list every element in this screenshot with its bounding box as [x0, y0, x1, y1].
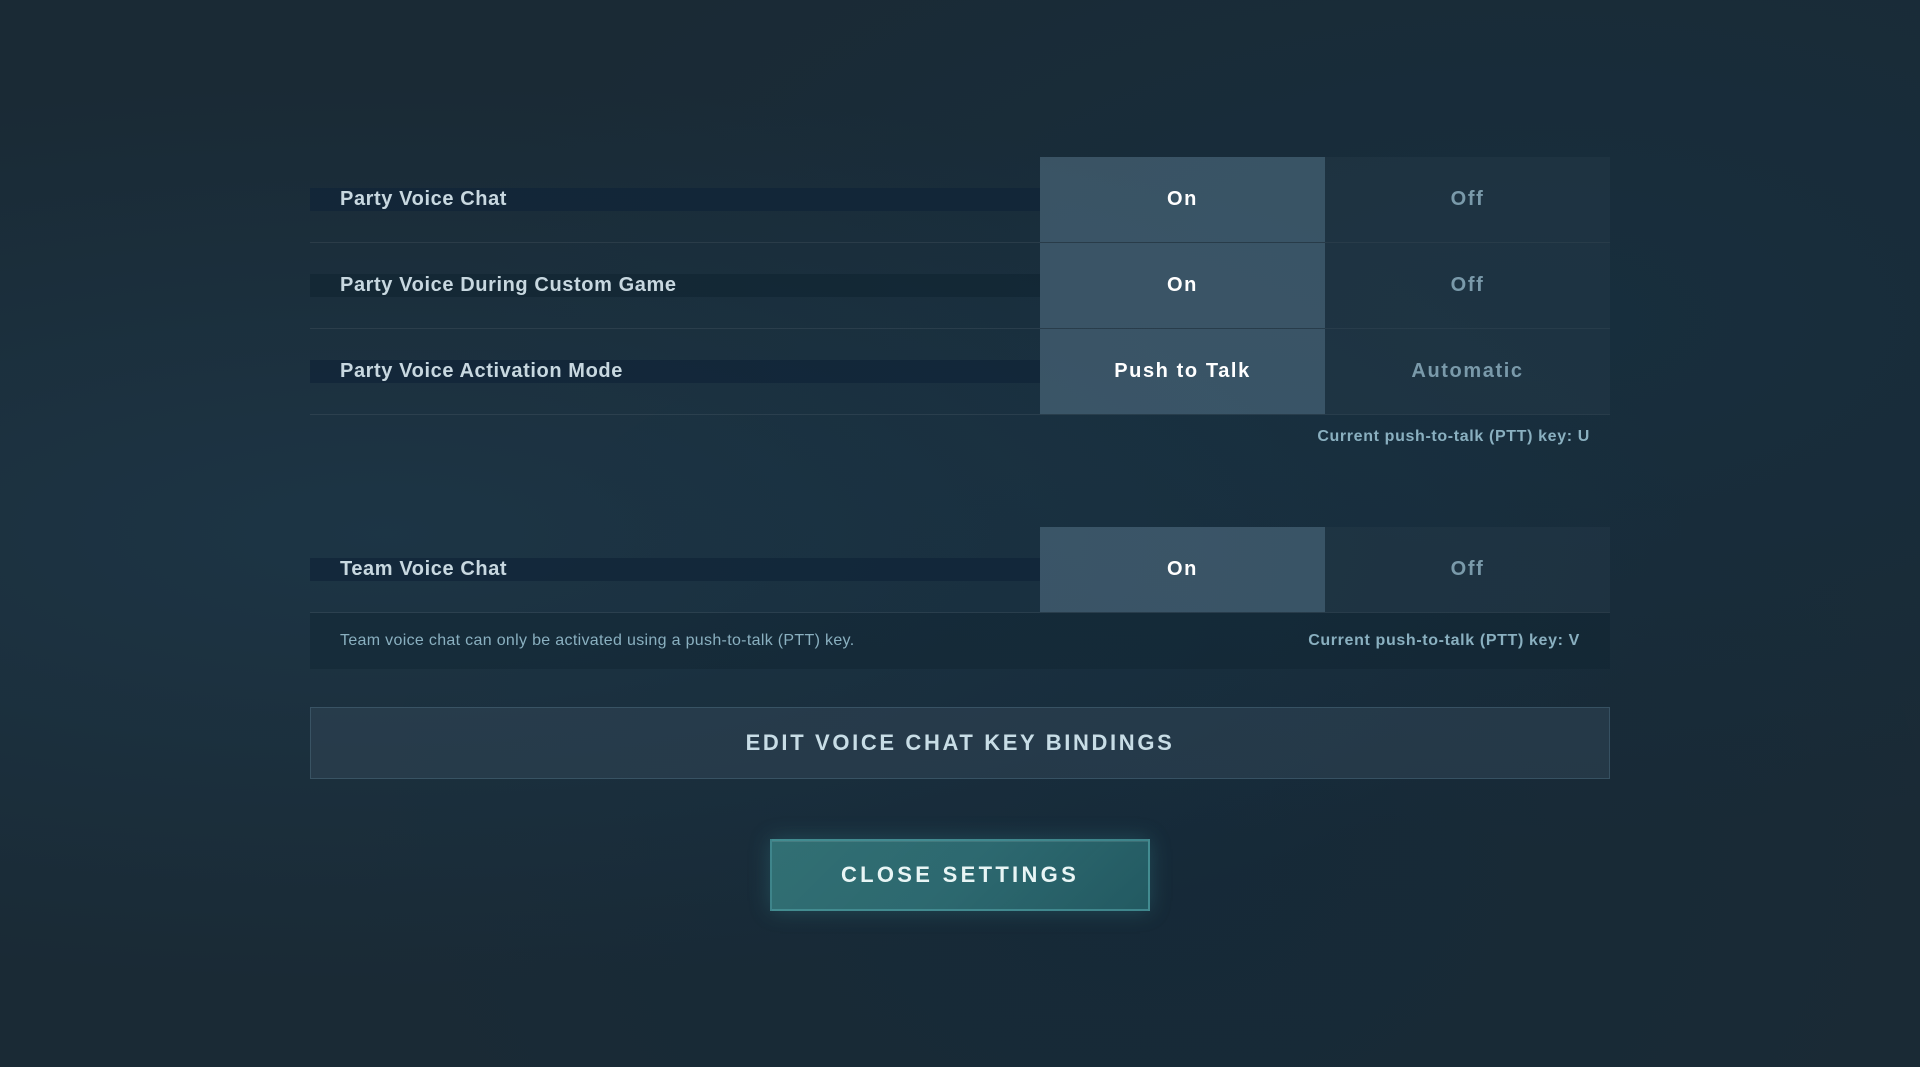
team-voice-info-text: Team voice chat can only be activated us…	[340, 632, 854, 650]
team-voice-chat-on-button[interactable]: On	[1040, 527, 1325, 612]
close-settings-button[interactable]: CLOSE SETTINGS	[770, 839, 1150, 911]
team-voice-info-row: Team voice chat can only be activated us…	[310, 613, 1610, 669]
team-voice-chat-label: Team Voice Chat	[310, 558, 1040, 581]
ptt-note-party-row: Current push-to-talk (PTT) key: U	[310, 415, 1610, 459]
party-voice-chat-label: Party Voice Chat	[310, 188, 1040, 211]
team-voice-chat-options: On Off	[1040, 527, 1610, 612]
party-voice-chat-on-button[interactable]: On	[1040, 157, 1325, 242]
section-separator	[310, 467, 1610, 497]
party-voice-custom-on-button[interactable]: On	[1040, 243, 1325, 328]
party-voice-chat-options: On Off	[1040, 157, 1610, 242]
party-voice-custom-row: Party Voice During Custom Game On Off	[310, 243, 1610, 329]
ptt-note-team: Current push-to-talk (PTT) key: V	[1308, 632, 1580, 650]
party-voice-custom-off-button[interactable]: Off	[1325, 243, 1610, 328]
party-voice-section: Party Voice Chat On Off Party Voice Duri…	[310, 157, 1610, 459]
close-settings-container: CLOSE SETTINGS	[310, 839, 1610, 911]
party-voice-chat-row: Party Voice Chat On Off	[310, 157, 1610, 243]
party-voice-chat-off-button[interactable]: Off	[1325, 157, 1610, 242]
party-voice-activation-auto-button[interactable]: Automatic	[1325, 329, 1610, 414]
party-voice-activation-options: Push to Talk Automatic	[1040, 329, 1610, 414]
party-voice-activation-row: Party Voice Activation Mode Push to Talk…	[310, 329, 1610, 415]
edit-bindings-button[interactable]: EDIT VOICE CHAT KEY BINDINGS	[310, 707, 1610, 779]
team-voice-chat-off-button[interactable]: Off	[1325, 527, 1610, 612]
party-voice-custom-label: Party Voice During Custom Game	[310, 274, 1040, 297]
party-voice-activation-label: Party Voice Activation Mode	[310, 360, 1040, 383]
party-voice-activation-ptt-button[interactable]: Push to Talk	[1040, 329, 1325, 414]
ptt-note-party: Current push-to-talk (PTT) key: U	[1317, 428, 1590, 446]
settings-panel: Party Voice Chat On Off Party Voice Duri…	[310, 157, 1610, 911]
party-voice-custom-options: On Off	[1040, 243, 1610, 328]
team-voice-section: Team Voice Chat On Off Team voice chat c…	[310, 527, 1610, 669]
team-voice-chat-row: Team Voice Chat On Off	[310, 527, 1610, 613]
